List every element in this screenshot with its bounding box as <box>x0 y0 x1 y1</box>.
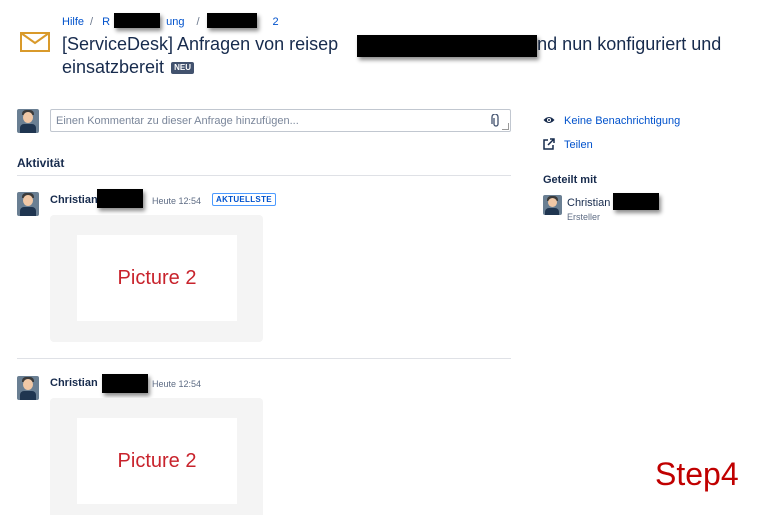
avatar <box>543 195 562 215</box>
eye-icon <box>543 117 555 123</box>
picture-label: Picture 2 <box>117 266 197 289</box>
breadcrumb-request-end: 2 <box>272 16 279 28</box>
avatar <box>17 192 39 216</box>
breadcrumb-separator: / <box>196 16 200 28</box>
divider <box>17 358 511 359</box>
breadcrumb-project-end: ung <box>166 16 185 28</box>
redaction-bar <box>207 13 257 28</box>
redaction-bar <box>102 374 148 393</box>
comment-timestamp[interactable]: Heute 12:54 <box>152 379 201 389</box>
share-icon <box>543 138 555 150</box>
redaction-bar <box>613 193 659 210</box>
share-button[interactable]: Teilen <box>564 139 593 151</box>
picture-label: Picture 2 <box>117 449 197 472</box>
envelope-icon <box>20 32 50 52</box>
latest-badge: AKTUELLSTE <box>212 193 276 206</box>
comment-author[interactable]: Christian <box>50 377 98 389</box>
avatar <box>17 109 39 133</box>
activity-title: Aktivität <box>17 156 65 170</box>
redaction-bar <box>357 35 537 57</box>
paperclip-icon[interactable] <box>491 114 501 128</box>
comment-timestamp[interactable]: Heute 12:54 <box>152 196 201 206</box>
comment-input[interactable]: Einen Kommentar zu dieser Anfrage hinzuf… <box>50 109 511 132</box>
shared-user-name: Christian <box>567 197 611 209</box>
divider <box>17 175 511 176</box>
comment-author[interactable]: Christian <box>50 194 98 206</box>
redaction-bar <box>97 189 143 208</box>
image-placeholder: Picture 2 <box>77 235 237 321</box>
step-annotation: Step4 <box>655 456 739 492</box>
title-start: [ServiceDesk] Anfragen von reisep <box>62 34 339 54</box>
breadcrumb-project-start: R <box>102 16 111 28</box>
redaction-bar <box>114 13 160 28</box>
shared-user-role: Ersteller <box>567 212 601 222</box>
image-placeholder: Picture 2 <box>77 418 237 504</box>
new-badge: NEU <box>171 62 194 74</box>
breadcrumb-separator: / <box>90 16 94 28</box>
comment-placeholder: Einen Kommentar zu dieser Anfrage hinzuf… <box>56 115 299 127</box>
avatar <box>17 376 39 400</box>
image-attachment[interactable]: Picture 2 <box>50 398 263 515</box>
image-attachment[interactable]: Picture 2 <box>50 215 263 342</box>
breadcrumb-hilfe[interactable]: Hilfe <box>62 16 84 28</box>
shared-with-title: Geteilt mit <box>543 174 597 186</box>
resize-handle-icon[interactable] <box>502 123 509 130</box>
notification-toggle[interactable]: Keine Benachrichtigung <box>564 115 680 127</box>
